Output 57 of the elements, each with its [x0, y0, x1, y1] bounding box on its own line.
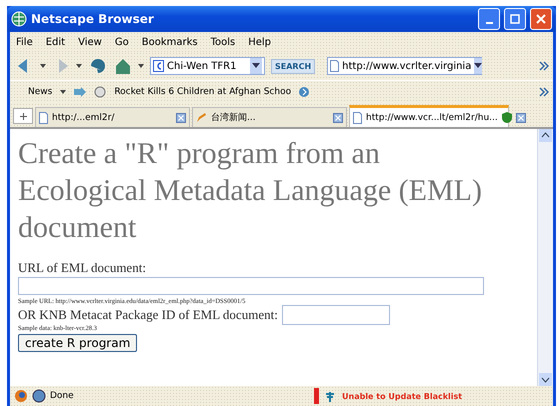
maximize-icon [510, 14, 520, 24]
close-button[interactable] [530, 8, 552, 30]
scroll-down-icon[interactable] [539, 373, 552, 386]
dropdown-icon[interactable] [252, 63, 260, 69]
status-text: Done [50, 391, 75, 401]
caret-icon[interactable] [138, 63, 144, 69]
close-icon[interactable] [516, 112, 526, 122]
caret-icon[interactable] [76, 63, 82, 69]
close-icon [536, 14, 546, 24]
window-title: Netscape Browser [31, 12, 155, 26]
menu-item[interactable]: Tools [210, 36, 236, 48]
dropdown-icon[interactable] [474, 63, 482, 69]
antenna-icon [324, 390, 336, 402]
page-icon [330, 60, 340, 72]
search-field[interactable]: Chi-Wen TFR1 [150, 57, 265, 75]
scroll-up-icon[interactable] [539, 129, 552, 142]
chevron-icon[interactable] [539, 87, 549, 97]
feed-selector[interactable]: News [28, 87, 52, 97]
minimize-icon [486, 22, 492, 24]
caret-icon[interactable] [40, 63, 46, 69]
search-button[interactable]: SEARCH [271, 58, 316, 74]
close-icon[interactable] [176, 112, 186, 122]
plus-icon [20, 112, 26, 120]
scrollbar[interactable] [537, 129, 553, 386]
search-engine-icon [153, 60, 164, 72]
address-field[interactable]: http://www.vcrlter.virginia [327, 57, 482, 75]
browser-tab[interactable]: http:/...eml2r/ [35, 107, 190, 127]
field-label: OR KNB Metacat Package ID of EML document: [18, 307, 278, 323]
menu-item[interactable]: Help [248, 36, 272, 48]
page-icon [39, 112, 48, 124]
maximize-button[interactable] [504, 8, 526, 30]
minimize-button[interactable] [478, 8, 500, 30]
menu-item[interactable]: View [78, 36, 102, 48]
menu-item[interactable]: Go [114, 36, 129, 48]
shield-icon [502, 112, 512, 123]
blacklist-status: Unable to Update Blacklist [342, 392, 462, 400]
pencil-icon [196, 112, 207, 123]
chevron-icon[interactable] [539, 61, 549, 71]
new-tab-button[interactable] [13, 108, 33, 124]
url-field[interactable] [18, 277, 484, 295]
menu-item[interactable]: File [16, 36, 33, 48]
browser-tab[interactable]: 台湾新闻... [192, 107, 347, 127]
globe-icon [11, 11, 27, 27]
close-icon[interactable] [333, 112, 343, 122]
page-heading: Create a "R" program from an Ecological Metadata Language (EML) document [18, 136, 483, 246]
menu-item[interactable]: Edit [46, 36, 66, 48]
create-program-button[interactable]: create R program [18, 334, 138, 352]
next-icon[interactable] [299, 87, 310, 97]
package-id-field[interactable] [282, 305, 390, 325]
news-headline[interactable]: Rocket Kills 6 Children at Afghan Schoo [114, 87, 292, 97]
field-label: URL of EML document: [18, 260, 147, 276]
page-icon [353, 112, 362, 124]
caret-icon[interactable] [60, 89, 66, 95]
menu-item[interactable]: Bookmarks [142, 36, 198, 48]
arrow-icon[interactable] [74, 87, 86, 97]
home-icon[interactable] [114, 57, 132, 75]
globe-icon[interactable] [32, 389, 46, 403]
